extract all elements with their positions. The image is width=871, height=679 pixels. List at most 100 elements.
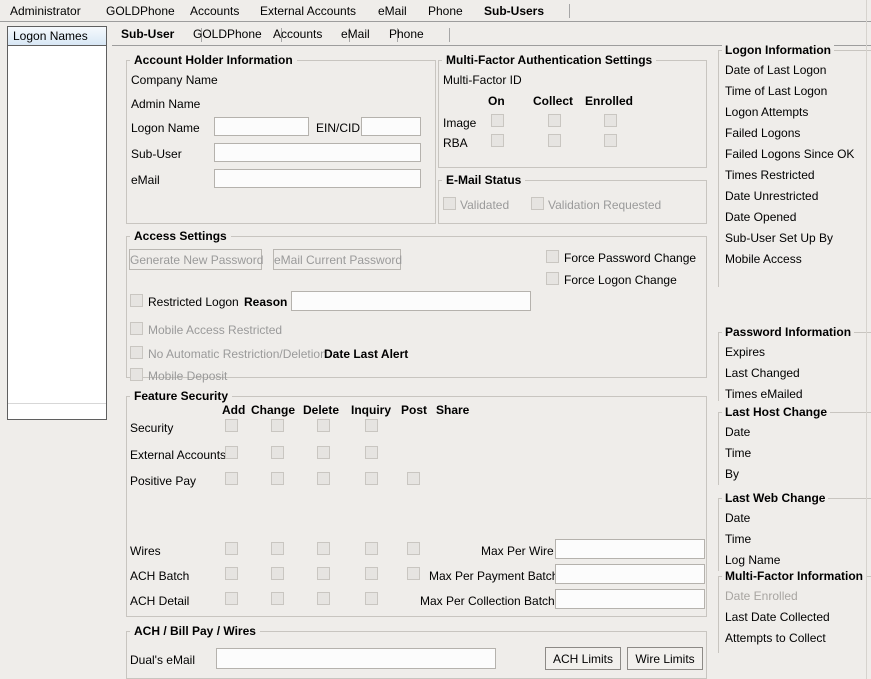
email-current-password-button[interactable]: eMail Current Password bbox=[273, 249, 402, 270]
logon-list-item[interactable] bbox=[8, 352, 106, 370]
logon-list-item[interactable] bbox=[8, 301, 106, 319]
mobile-deposit-checkbox[interactable] bbox=[130, 368, 143, 381]
logon-list-item[interactable] bbox=[8, 46, 106, 64]
fs-external-accounts-delete-checkbox[interactable] bbox=[317, 446, 330, 459]
fs-ach-batch-post-checkbox[interactable] bbox=[407, 567, 420, 580]
fs-positive-pay-post-checkbox[interactable] bbox=[407, 472, 420, 485]
logon-list-item[interactable] bbox=[8, 165, 106, 183]
logon-list-item-label bbox=[8, 352, 106, 354]
mfa-rba-collect-checkbox[interactable] bbox=[548, 134, 561, 147]
fs-ach-detail-delete-checkbox[interactable] bbox=[317, 592, 330, 605]
validated-checkbox[interactable] bbox=[443, 197, 456, 210]
fs-positive-pay-change-checkbox[interactable] bbox=[271, 472, 284, 485]
info-group-title: Password Information bbox=[722, 325, 855, 339]
fs-ach-detail-add-checkbox[interactable] bbox=[225, 592, 238, 605]
info-row-time: Time bbox=[725, 532, 752, 546]
logon-list-item[interactable] bbox=[8, 267, 106, 285]
force-logon-change-checkbox[interactable] bbox=[546, 272, 559, 285]
mfa-image-enrolled-checkbox[interactable] bbox=[604, 114, 617, 127]
fs-external-accounts-change-checkbox[interactable] bbox=[271, 446, 284, 459]
logon-list-item[interactable] bbox=[8, 114, 106, 132]
mobile-access-restricted-checkbox[interactable] bbox=[130, 322, 143, 335]
logon-list-item[interactable] bbox=[8, 233, 106, 251]
fs-ach-detail-change-checkbox[interactable] bbox=[271, 592, 284, 605]
mfa-row-rba-label: RBA bbox=[443, 136, 468, 150]
reason-input[interactable] bbox=[291, 291, 531, 311]
logon-list-item-label bbox=[8, 114, 106, 116]
tab-sub-users[interactable]: Sub-Users bbox=[476, 1, 570, 21]
logon-list-item-label bbox=[8, 80, 106, 82]
ach-billpay-wires-title: ACH / Bill Pay / Wires bbox=[130, 624, 260, 638]
ein-cid-input[interactable] bbox=[361, 117, 421, 136]
mfa-image-collect-checkbox[interactable] bbox=[548, 114, 561, 127]
fs-positive-pay-inquiry-checkbox[interactable] bbox=[365, 472, 378, 485]
sub-tab-label: eMail bbox=[341, 27, 370, 41]
fs-wires-delete-checkbox[interactable] bbox=[317, 542, 330, 555]
fs-wires-post-checkbox[interactable] bbox=[407, 542, 420, 555]
max-per-wire-input[interactable] bbox=[555, 539, 705, 559]
mfa-rba-on-checkbox[interactable] bbox=[491, 134, 504, 147]
logon-list-item[interactable] bbox=[8, 199, 106, 217]
ach-limits-button[interactable]: ACH Limits bbox=[545, 647, 621, 670]
main-tab-bar[interactable]: Administrator GOLDPhone Accounts External A… bbox=[0, 0, 871, 22]
fs-ach-detail-inquiry-checkbox[interactable] bbox=[365, 592, 378, 605]
logon-list-item[interactable] bbox=[8, 369, 106, 387]
fs-ach-batch-add-checkbox[interactable] bbox=[225, 567, 238, 580]
logon-list-item[interactable] bbox=[8, 97, 106, 115]
fs-positive-pay-delete-checkbox[interactable] bbox=[317, 472, 330, 485]
info-group-title: Logon Information bbox=[722, 43, 834, 57]
max-per-collection-batch-input[interactable] bbox=[555, 589, 705, 609]
mfa-rba-enrolled-checkbox[interactable] bbox=[604, 134, 617, 147]
logon-list-item[interactable] bbox=[8, 182, 106, 200]
email-label: eMail bbox=[131, 173, 160, 187]
max-per-payment-batch-input[interactable] bbox=[555, 564, 705, 584]
mfa-image-on-checkbox[interactable] bbox=[491, 114, 504, 127]
logon-name-input[interactable] bbox=[214, 117, 309, 136]
fs-external-accounts-inquiry-checkbox[interactable] bbox=[365, 446, 378, 459]
fs-wires-change-checkbox[interactable] bbox=[271, 542, 284, 555]
fs-wires-inquiry-checkbox[interactable] bbox=[365, 542, 378, 555]
info-row-time-of-last-logon: Time of Last Logon bbox=[725, 84, 828, 98]
logon-list-item[interactable] bbox=[8, 216, 106, 234]
sub-tab-bar[interactable]: Sub-User GOLDPhone Accounts eMail Phone bbox=[112, 24, 450, 46]
info-group-title: Last Host Change bbox=[722, 405, 831, 419]
fs-security-delete-checkbox[interactable] bbox=[317, 419, 330, 432]
logon-list-item[interactable] bbox=[8, 80, 106, 98]
validation-requested-checkbox[interactable] bbox=[531, 197, 544, 210]
force-password-change-checkbox[interactable] bbox=[546, 250, 559, 263]
duals-email-input[interactable] bbox=[216, 648, 496, 669]
logon-names-list[interactable]: Logon Names bbox=[7, 26, 107, 420]
logon-list-item[interactable] bbox=[8, 250, 106, 268]
logon-list-item[interactable] bbox=[8, 386, 106, 404]
email-input[interactable] bbox=[214, 169, 421, 188]
logon-list-item[interactable] bbox=[8, 284, 106, 302]
logon-list-item[interactable] bbox=[8, 131, 106, 149]
fs-security-change-checkbox[interactable] bbox=[271, 419, 284, 432]
logon-list-item[interactable] bbox=[8, 63, 106, 81]
tab-external-accounts[interactable]: External Accounts bbox=[252, 1, 386, 21]
restricted-logon-checkbox[interactable] bbox=[130, 294, 143, 307]
generate-new-password-button[interactable]: Generate New Password bbox=[129, 249, 263, 270]
fs-positive-pay-add-checkbox[interactable] bbox=[225, 472, 238, 485]
fs-row-ach-batch-label: ACH Batch bbox=[130, 569, 190, 583]
no-automatic-restriction-checkbox[interactable] bbox=[130, 346, 143, 359]
sub-user-input[interactable] bbox=[214, 143, 421, 162]
fs-col-change: Change bbox=[251, 403, 296, 417]
mfa-col-collect: Collect bbox=[533, 94, 574, 108]
info-panel: Logon Information Date of Last Logon Time … bbox=[714, 43, 871, 674]
logon-list-item[interactable] bbox=[8, 335, 106, 353]
tab-bar-underline bbox=[0, 21, 871, 22]
info-row-log-name: Log Name bbox=[725, 553, 781, 567]
fs-security-inquiry-checkbox[interactable] bbox=[365, 419, 378, 432]
fs-external-accounts-add-checkbox[interactable] bbox=[225, 446, 238, 459]
sub-tab-phone[interactable]: Phone bbox=[380, 24, 450, 45]
validated-label: Validated bbox=[460, 198, 510, 212]
fs-ach-batch-delete-checkbox[interactable] bbox=[317, 567, 330, 580]
fs-wires-add-checkbox[interactable] bbox=[225, 542, 238, 555]
fs-security-add-checkbox[interactable] bbox=[225, 419, 238, 432]
fs-ach-batch-change-checkbox[interactable] bbox=[271, 567, 284, 580]
logon-list-item[interactable] bbox=[8, 148, 106, 166]
wire-limits-button[interactable]: Wire Limits bbox=[627, 647, 703, 670]
fs-ach-batch-inquiry-checkbox[interactable] bbox=[365, 567, 378, 580]
logon-list-item[interactable] bbox=[8, 318, 106, 336]
